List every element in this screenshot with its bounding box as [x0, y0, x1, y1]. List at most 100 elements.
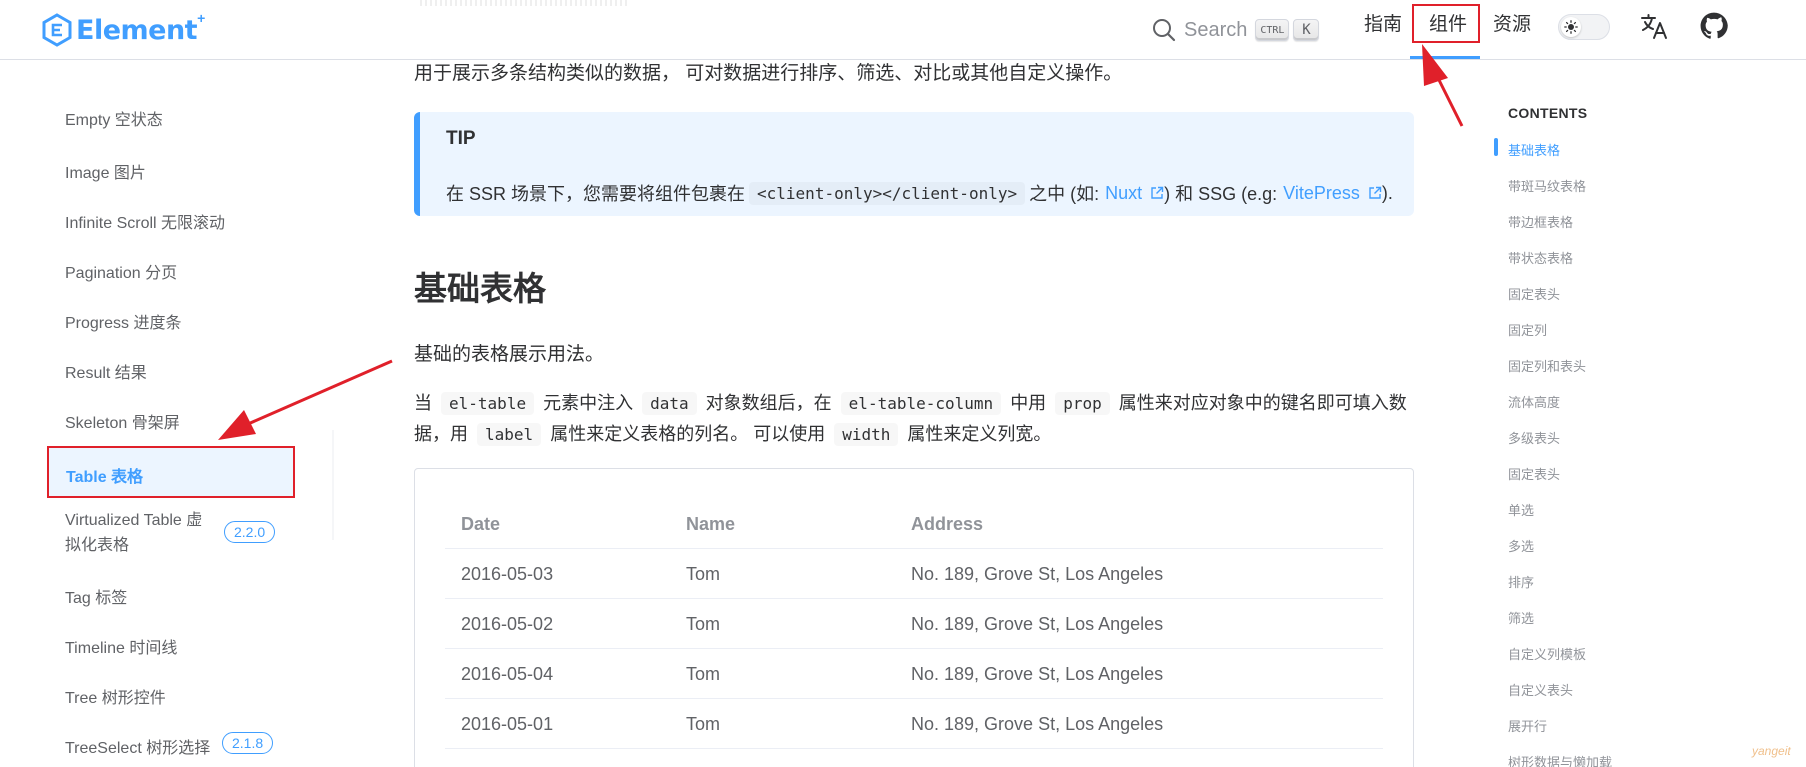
nav-guide[interactable]: 指南	[1364, 0, 1402, 60]
search-label: Search	[1184, 18, 1248, 41]
table-header-cell: Name	[686, 514, 736, 534]
sidebar-item-image[interactable]: Image 图片	[65, 159, 146, 183]
table-header-cell: Date	[461, 514, 501, 534]
para-text: 中用	[1010, 393, 1047, 413]
faint-top-strip	[420, 0, 630, 6]
intro-text: 用于展示多条结构类似的数据， 可对数据进行排序、筛选、对比或其他自定义操作。	[414, 63, 1123, 84]
para-text: 属性来定义表格的列名。 可以使用	[550, 424, 826, 444]
sidebar-item-progress[interactable]: Progress 进度条	[65, 309, 181, 333]
code-width: width	[834, 423, 898, 446]
element-logo[interactable]: Element +	[40, 8, 205, 52]
para-text: 对象数组后，在	[705, 393, 832, 413]
section-paragraph: 当 el-table 元素中注入 data 对象数组后，在 el-table-c…	[414, 388, 1414, 450]
tip-suffix: ).	[1381, 182, 1393, 203]
table-cell: Tom	[686, 714, 721, 734]
code-prop: prop	[1055, 392, 1110, 415]
sidebar-item-infinite-scroll[interactable]: Infinite Scroll 无限滚动	[65, 209, 225, 233]
toc-item[interactable]: 多级表头	[1508, 428, 1560, 447]
search-button[interactable]: Search CTRL K	[1152, 12, 1320, 48]
toc-item[interactable]: 带边框表格	[1508, 212, 1573, 231]
vitepress-link-label: VitePress	[1283, 182, 1360, 203]
toc-item[interactable]: 流体高度	[1508, 392, 1560, 411]
table-cell: Tom	[686, 664, 721, 684]
para-text: 元素中注入	[543, 393, 634, 413]
table-row: 2016-05-03 Tom No. 189, Grove St, Los An…	[445, 549, 1383, 599]
search-icon	[1153, 19, 1176, 42]
code-label: label	[477, 423, 541, 446]
theme-toggle[interactable]	[1558, 14, 1610, 40]
sidebar-item-virtualized-table[interactable]: Virtualized Table 虚 拟化表格	[65, 508, 215, 558]
nuxt-link-label: Nuxt	[1105, 182, 1143, 203]
table-row: 2016-05-04 Tom No. 189, Grove St, Los An…	[445, 649, 1383, 699]
vitepress-link[interactable]: VitePress	[1283, 183, 1382, 204]
table-cell: No. 189, Grove St, Los Angeles	[911, 664, 1164, 684]
sidebar-item-tag[interactable]: Tag 标签	[65, 584, 127, 608]
toc-item[interactable]: 自定义表头	[1508, 680, 1573, 699]
demo-block: Date Name Address 2016-05-03 Tom No. 189…	[414, 468, 1414, 767]
toc-item[interactable]: 带斑马纹表格	[1508, 176, 1586, 195]
nuxt-link[interactable]: Nuxt	[1105, 183, 1164, 204]
nav-resource[interactable]: 资源	[1493, 0, 1531, 60]
external-link-icon	[1151, 186, 1164, 199]
github-icon[interactable]	[1700, 12, 1728, 40]
toc-item[interactable]: 排序	[1508, 572, 1534, 591]
sidebar-item-vt-line2: 拟化表格	[65, 537, 130, 554]
annotation-box-nav	[1412, 4, 1480, 43]
table-header-cell: Address	[911, 514, 984, 534]
translate-icon[interactable]	[1640, 12, 1668, 40]
section-desc: 基础的表格展示用法。	[414, 344, 605, 365]
sidebar-item-treeselect[interactable]: TreeSelect 树形选择	[65, 734, 210, 758]
table-header-row: Date Name Address	[445, 499, 1383, 549]
version-badge-treeselect: 2.1.8	[222, 732, 274, 754]
table-cell: 2016-05-04	[461, 664, 554, 684]
toc-item[interactable]: 树形数据与懒加载	[1508, 752, 1612, 767]
kbd-k: K	[1293, 19, 1320, 41]
external-link-icon	[1369, 186, 1382, 199]
sidebar-item-table[interactable]: Table 表格	[47, 446, 295, 498]
toc-item[interactable]: 自定义列模板	[1508, 644, 1586, 663]
sun-icon	[1561, 17, 1581, 37]
sidebar-scroll-edge	[332, 430, 334, 540]
left-sidebar: Empty 空状态 Image 图片 Infinite Scroll 无限滚动 …	[0, 61, 335, 767]
sidebar-item-pagination[interactable]: Pagination 分页	[65, 259, 177, 283]
table-cell: 2016-05-02	[461, 614, 554, 634]
sidebar-item-empty[interactable]: Empty 空状态	[65, 106, 163, 130]
toc-item[interactable]: 固定列和表头	[1508, 356, 1586, 375]
sidebar-item-timeline[interactable]: Timeline 时间线	[65, 634, 177, 658]
tip-block: TIP 在 SSR 场景下，您需要将组件包裹在 <client-only></c…	[414, 112, 1414, 216]
toc-title: CONTENTS	[1508, 105, 1588, 121]
table-cell: No. 189, Grove St, Los Angeles	[911, 614, 1164, 634]
para-text: 当	[414, 393, 432, 413]
toc-item[interactable]: 带状态表格	[1508, 248, 1573, 267]
sidebar-item-result[interactable]: Result 结果	[65, 359, 147, 383]
table-row: 2016-05-02 Tom No. 189, Grove St, Los An…	[445, 599, 1383, 649]
sidebar-item-table-label: Table 表格	[66, 469, 144, 486]
tip-prefix: 在 SSR 场景下，您需要将组件包裹在	[446, 184, 746, 204]
tip-middle: 之中 (如:	[1029, 184, 1100, 204]
kbd-ctrl: CTRL	[1255, 19, 1290, 41]
table-row: 2016-05-01 Tom No. 189, Grove St, Los An…	[445, 699, 1383, 749]
toc-item[interactable]: 单选	[1508, 500, 1534, 519]
section-heading[interactable]: 基础表格	[414, 262, 546, 310]
sidebar-item-tree[interactable]: Tree 树形控件	[65, 684, 166, 708]
sidebar-item-skeleton[interactable]: Skeleton 骨架屏	[65, 409, 180, 433]
tip-title: TIP	[446, 128, 476, 149]
toc-item[interactable]: 多选	[1508, 536, 1534, 555]
toc-item[interactable]: 筛选	[1508, 608, 1534, 627]
table-cell: No. 189, Grove St, Los Angeles	[911, 564, 1164, 584]
toc-item[interactable]: 固定列	[1508, 320, 1547, 339]
toc-item[interactable]: 固定表头	[1508, 284, 1560, 303]
table-cell: 2016-05-01	[461, 714, 554, 734]
logo-plus: +	[197, 10, 206, 26]
code-el-table: el-table	[441, 392, 534, 415]
toc-item[interactable]: 展开行	[1508, 716, 1547, 735]
top-navbar: Element + Search CTRL K 指南 组件 资源	[0, 0, 1806, 60]
code-el-table-column: el-table-column	[841, 392, 1002, 415]
table-cell: No. 189, Grove St, Los Angeles	[911, 714, 1164, 734]
tip-code: <client-only></client-only>	[749, 182, 1025, 205]
toc-item[interactable]: 固定表头	[1508, 464, 1560, 483]
toc-item[interactable]: 基础表格	[1508, 140, 1560, 159]
table-cell: 2016-05-03	[461, 564, 554, 584]
nav-active-indicator	[1410, 56, 1480, 59]
logo-text: Element	[76, 14, 198, 46]
